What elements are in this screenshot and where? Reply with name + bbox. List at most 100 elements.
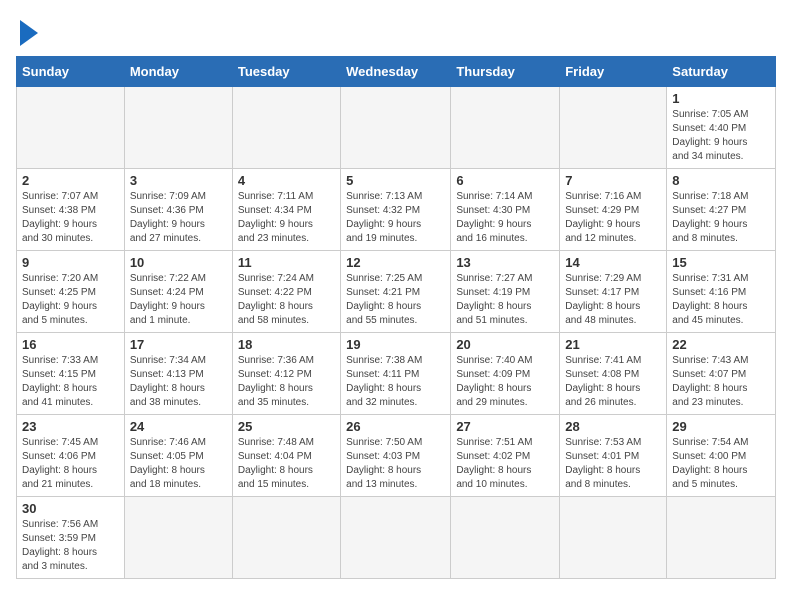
day-info: Sunrise: 7:36 AM Sunset: 4:12 PM Dayligh… bbox=[238, 354, 335, 410]
page-header bbox=[16, 16, 776, 46]
day-info: Sunrise: 7:14 AM Sunset: 4:30 PM Dayligh… bbox=[456, 190, 554, 246]
calendar-header: SundayMondayTuesdayWednesdayThursdayFrid… bbox=[17, 57, 776, 87]
day-info: Sunrise: 7:33 AM Sunset: 4:15 PM Dayligh… bbox=[22, 354, 119, 410]
day-number: 22 bbox=[672, 337, 770, 352]
day-number: 1 bbox=[672, 91, 770, 106]
day-info: Sunrise: 7:05 AM Sunset: 4:40 PM Dayligh… bbox=[672, 108, 770, 164]
day-info: Sunrise: 7:07 AM Sunset: 4:38 PM Dayligh… bbox=[22, 190, 119, 246]
calendar-day-cell: 1 Sunrise: 7:05 AM Sunset: 4:40 PM Daylig… bbox=[667, 87, 776, 169]
day-number: 14 bbox=[565, 255, 661, 270]
day-info: Sunrise: 7:43 AM Sunset: 4:07 PM Dayligh… bbox=[672, 354, 770, 410]
day-info: Sunrise: 7:53 AM Sunset: 4:01 PM Dayligh… bbox=[565, 436, 661, 492]
day-number: 6 bbox=[456, 173, 554, 188]
calendar-day-cell: 19Sunrise: 7:38 AM Sunset: 4:11 PM Dayli… bbox=[341, 333, 451, 415]
day-number: 27 bbox=[456, 419, 554, 434]
day-info: Sunrise: 7:29 AM Sunset: 4:17 PM Dayligh… bbox=[565, 272, 661, 328]
calendar-day-cell: 30Sunrise: 7:56 AM Sunset: 3:59 PM Dayli… bbox=[17, 497, 125, 579]
day-info: Sunrise: 7:38 AM Sunset: 4:11 PM Dayligh… bbox=[346, 354, 445, 410]
calendar-day-cell bbox=[451, 497, 560, 579]
calendar-day-cell bbox=[124, 497, 232, 579]
weekday-header: Tuesday bbox=[232, 57, 340, 87]
weekday-header: Friday bbox=[560, 57, 667, 87]
day-info: Sunrise: 7:22 AM Sunset: 4:24 PM Dayligh… bbox=[130, 272, 227, 328]
day-number: 30 bbox=[22, 501, 119, 516]
day-number: 25 bbox=[238, 419, 335, 434]
calendar-day-cell: 14 Sunrise: 7:29 AM Sunset: 4:17 PM Dayli… bbox=[560, 251, 667, 333]
calendar-day-cell: 5 Sunrise: 7:13 AM Sunset: 4:32 PM Daylig… bbox=[341, 169, 451, 251]
day-number: 24 bbox=[130, 419, 227, 434]
calendar-day-cell bbox=[560, 87, 667, 169]
day-number: 16 bbox=[22, 337, 119, 352]
calendar-week-row: 23 Sunrise: 7:45 AM Sunset: 4:06 PM Dayli… bbox=[17, 415, 776, 497]
day-info: Sunrise: 7:25 AM Sunset: 4:21 PM Dayligh… bbox=[346, 272, 445, 328]
weekday-header: Monday bbox=[124, 57, 232, 87]
calendar-day-cell bbox=[17, 87, 125, 169]
calendar-day-cell: 20 Sunrise: 7:40 AM Sunset: 4:09 PM Dayli… bbox=[451, 333, 560, 415]
calendar-day-cell bbox=[560, 497, 667, 579]
day-number: 5 bbox=[346, 173, 445, 188]
calendar-week-row: 30Sunrise: 7:56 AM Sunset: 3:59 PM Dayli… bbox=[17, 497, 776, 579]
calendar-day-cell: 13 Sunrise: 7:27 AM Sunset: 4:19 PM Dayli… bbox=[451, 251, 560, 333]
calendar-day-cell: 4Sunrise: 7:11 AM Sunset: 4:34 PM Daylig… bbox=[232, 169, 340, 251]
calendar-day-cell: 27 Sunrise: 7:51 AM Sunset: 4:02 PM Dayli… bbox=[451, 415, 560, 497]
day-number: 10 bbox=[130, 255, 227, 270]
day-number: 7 bbox=[565, 173, 661, 188]
calendar-day-cell bbox=[451, 87, 560, 169]
calendar-day-cell: 16 Sunrise: 7:33 AM Sunset: 4:15 PM Dayli… bbox=[17, 333, 125, 415]
day-number: 23 bbox=[22, 419, 119, 434]
calendar-week-row: 16 Sunrise: 7:33 AM Sunset: 4:15 PM Dayli… bbox=[17, 333, 776, 415]
day-info: Sunrise: 7:13 AM Sunset: 4:32 PM Dayligh… bbox=[346, 190, 445, 246]
day-number: 20 bbox=[456, 337, 554, 352]
day-number: 29 bbox=[672, 419, 770, 434]
day-number: 9 bbox=[22, 255, 119, 270]
calendar-week-row: 2 Sunrise: 7:07 AM Sunset: 4:38 PM Daylig… bbox=[17, 169, 776, 251]
day-info: Sunrise: 7:50 AM Sunset: 4:03 PM Dayligh… bbox=[346, 436, 445, 492]
day-info: Sunrise: 7:54 AM Sunset: 4:00 PM Dayligh… bbox=[672, 436, 770, 492]
calendar-day-cell: 21 Sunrise: 7:41 AM Sunset: 4:08 PM Dayli… bbox=[560, 333, 667, 415]
day-number: 13 bbox=[456, 255, 554, 270]
calendar-day-cell: 26 Sunrise: 7:50 AM Sunset: 4:03 PM Dayli… bbox=[341, 415, 451, 497]
day-number: 2 bbox=[22, 173, 119, 188]
calendar-day-cell: 9Sunrise: 7:20 AM Sunset: 4:25 PM Daylig… bbox=[17, 251, 125, 333]
calendar-day-cell: 28Sunrise: 7:53 AM Sunset: 4:01 PM Dayli… bbox=[560, 415, 667, 497]
day-info: Sunrise: 7:40 AM Sunset: 4:09 PM Dayligh… bbox=[456, 354, 554, 410]
day-number: 15 bbox=[672, 255, 770, 270]
day-number: 12 bbox=[346, 255, 445, 270]
calendar-day-cell: 3 Sunrise: 7:09 AM Sunset: 4:36 PM Daylig… bbox=[124, 169, 232, 251]
day-info: Sunrise: 7:45 AM Sunset: 4:06 PM Dayligh… bbox=[22, 436, 119, 492]
day-info: Sunrise: 7:24 AM Sunset: 4:22 PM Dayligh… bbox=[238, 272, 335, 328]
day-info: Sunrise: 7:46 AM Sunset: 4:05 PM Dayligh… bbox=[130, 436, 227, 492]
day-info: Sunrise: 7:51 AM Sunset: 4:02 PM Dayligh… bbox=[456, 436, 554, 492]
day-info: Sunrise: 7:18 AM Sunset: 4:27 PM Dayligh… bbox=[672, 190, 770, 246]
calendar-table: SundayMondayTuesdayWednesdayThursdayFrid… bbox=[16, 56, 776, 579]
calendar-day-cell: 12 Sunrise: 7:25 AM Sunset: 4:21 PM Dayli… bbox=[341, 251, 451, 333]
day-number: 3 bbox=[130, 173, 227, 188]
calendar-day-cell bbox=[341, 497, 451, 579]
day-info: Sunrise: 7:41 AM Sunset: 4:08 PM Dayligh… bbox=[565, 354, 661, 410]
calendar-day-cell: 25Sunrise: 7:48 AM Sunset: 4:04 PM Dayli… bbox=[232, 415, 340, 497]
calendar-day-cell: 23 Sunrise: 7:45 AM Sunset: 4:06 PM Dayli… bbox=[17, 415, 125, 497]
calendar-day-cell: 22 Sunrise: 7:43 AM Sunset: 4:07 PM Dayli… bbox=[667, 333, 776, 415]
day-number: 26 bbox=[346, 419, 445, 434]
day-number: 11 bbox=[238, 255, 335, 270]
calendar-body: 1 Sunrise: 7:05 AM Sunset: 4:40 PM Daylig… bbox=[17, 87, 776, 579]
calendar-day-cell bbox=[232, 497, 340, 579]
day-info: Sunrise: 7:09 AM Sunset: 4:36 PM Dayligh… bbox=[130, 190, 227, 246]
day-number: 17 bbox=[130, 337, 227, 352]
calendar-day-cell: 2 Sunrise: 7:07 AM Sunset: 4:38 PM Daylig… bbox=[17, 169, 125, 251]
day-number: 8 bbox=[672, 173, 770, 188]
calendar-day-cell bbox=[124, 87, 232, 169]
day-number: 21 bbox=[565, 337, 661, 352]
calendar-day-cell: 10 Sunrise: 7:22 AM Sunset: 4:24 PM Dayli… bbox=[124, 251, 232, 333]
calendar-day-cell: 7Sunrise: 7:16 AM Sunset: 4:29 PM Daylig… bbox=[560, 169, 667, 251]
weekday-header: Sunday bbox=[17, 57, 125, 87]
calendar-day-cell: 11 Sunrise: 7:24 AM Sunset: 4:22 PM Dayli… bbox=[232, 251, 340, 333]
day-info: Sunrise: 7:31 AM Sunset: 4:16 PM Dayligh… bbox=[672, 272, 770, 328]
day-info: Sunrise: 7:27 AM Sunset: 4:19 PM Dayligh… bbox=[456, 272, 554, 328]
calendar-day-cell: 18Sunrise: 7:36 AM Sunset: 4:12 PM Dayli… bbox=[232, 333, 340, 415]
day-info: Sunrise: 7:34 AM Sunset: 4:13 PM Dayligh… bbox=[130, 354, 227, 410]
logo bbox=[16, 16, 38, 46]
weekday-header: Thursday bbox=[451, 57, 560, 87]
calendar-day-cell: 6 Sunrise: 7:14 AM Sunset: 4:30 PM Daylig… bbox=[451, 169, 560, 251]
calendar-week-row: 1 Sunrise: 7:05 AM Sunset: 4:40 PM Daylig… bbox=[17, 87, 776, 169]
